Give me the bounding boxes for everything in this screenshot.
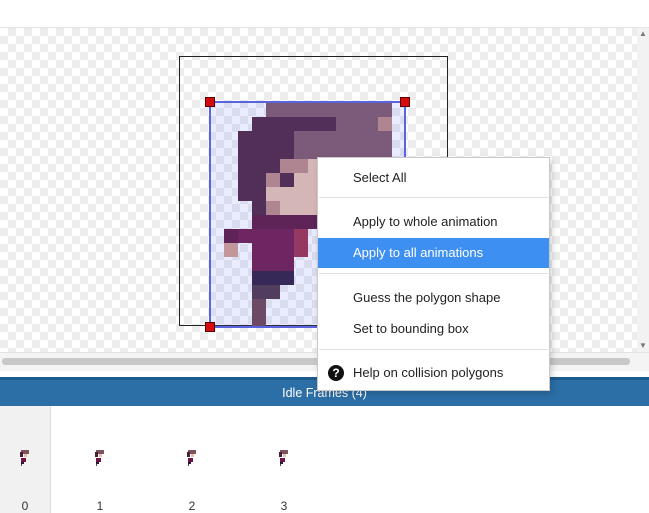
frame-number: 2 [188,499,196,513]
sprite-thumbnail-icon [187,450,196,466]
editor-toolbar-area [0,0,649,28]
menu-item-bounding-box[interactable]: Set to bounding box [318,314,549,344]
scroll-up-icon[interactable]: ▲ [637,28,649,40]
sprite-thumbnail-icon [95,450,104,466]
menu-item-apply-whole-animation[interactable]: Apply to whole animation [318,207,549,237]
polygon-vertex-handle[interactable] [205,322,215,332]
sprite-thumbnail-icon [20,450,29,466]
frame-thumbnail[interactable]: 1 [75,406,125,513]
canvas-vertical-scrollbar[interactable]: ▲ ▼ [637,28,649,352]
sprite-thumbnail-icon [279,450,288,466]
menu-separator [319,349,548,350]
scroll-down-icon[interactable]: ▼ [637,340,649,352]
menu-item-label: Help on collision polygons [353,365,504,380]
menu-item-help-collision[interactable]: ? Help on collision polygons [318,358,549,388]
frame-thumbnail[interactable]: 2 [167,406,217,513]
menu-separator [319,197,548,198]
menu-item-apply-all-animations[interactable]: Apply to all animations [318,238,549,268]
frame-thumbnail[interactable]: 0 [0,406,51,513]
collision-context-menu: Select All Apply to whole animation Appl… [317,157,550,391]
frame-number: 1 [96,499,104,513]
frame-thumbnail[interactable]: 3 [259,406,309,513]
menu-item-select-all[interactable]: Select All [318,163,549,193]
menu-item-guess-polygon[interactable]: Guess the polygon shape [318,283,549,313]
frames-strip: 0 1 2 3 [0,406,649,513]
polygon-vertex-handle[interactable] [205,97,215,107]
frame-number: 3 [280,499,288,513]
menu-separator [319,273,548,274]
polygon-vertex-handle[interactable] [400,97,410,107]
question-circle-icon: ? [328,365,344,381]
frame-number: 0 [21,499,29,513]
